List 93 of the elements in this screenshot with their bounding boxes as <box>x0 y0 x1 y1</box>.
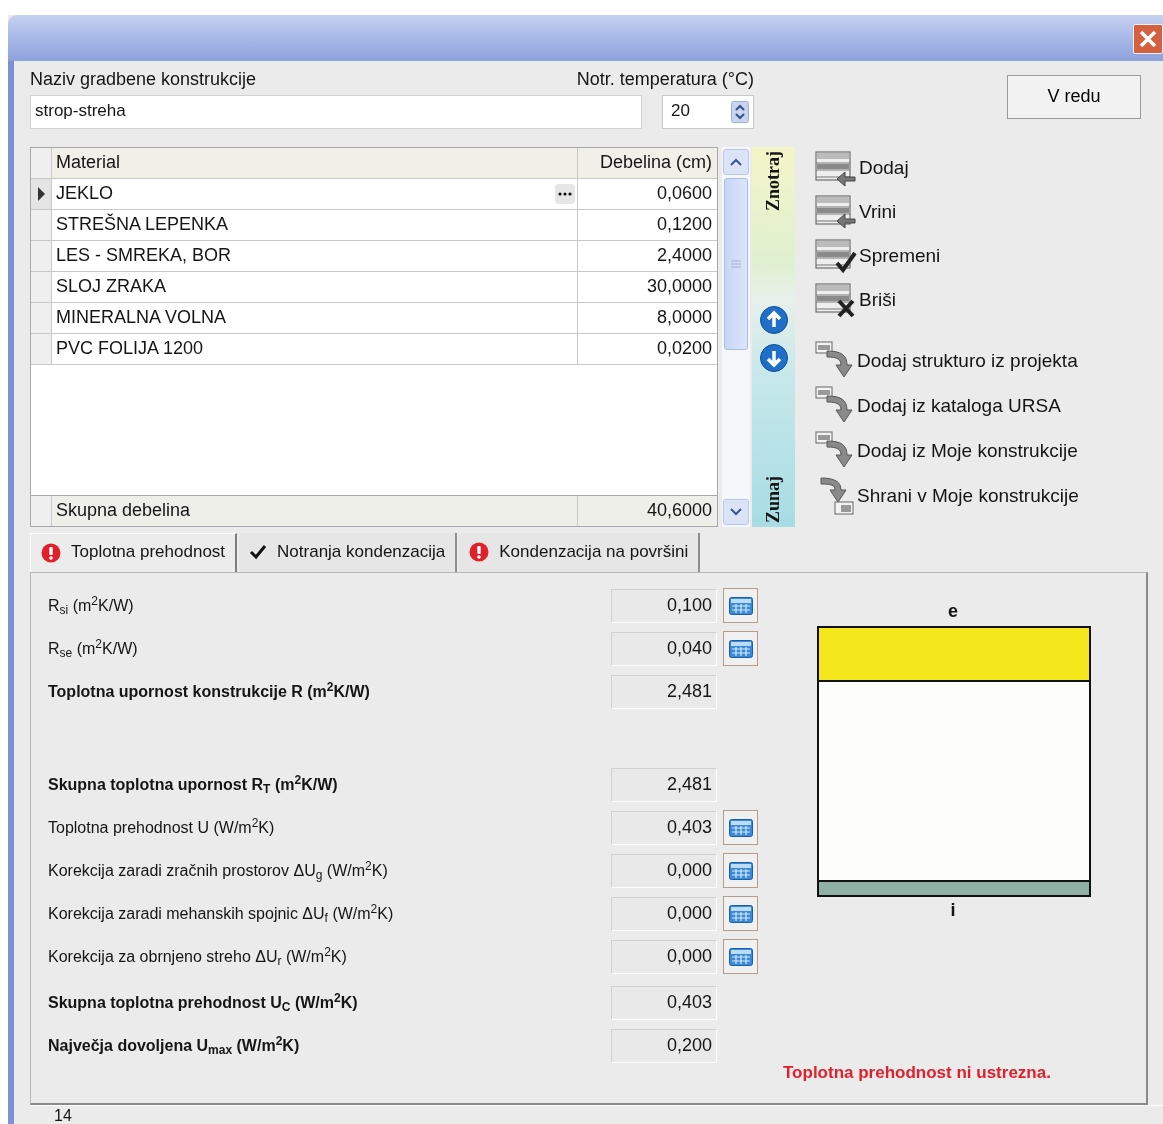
exclamation-icon <box>41 542 61 563</box>
value-field: 0,403 <box>611 985 717 1020</box>
name-input-field[interactable]: strop-streha <box>30 94 642 129</box>
chevron-down-icon <box>730 507 742 516</box>
list-check-icon <box>815 238 857 275</box>
calculate-button[interactable] <box>723 896 758 932</box>
result-label: Korekcija zaradi mehanskih spojnic ΔU$_{f}$ (W/m$^{2}$K) <box>48 904 395 924</box>
total-label: Skupna debelina <box>56 499 191 522</box>
action-button[interactable]: Spremeni <box>815 234 1079 279</box>
grid-icon <box>728 861 753 880</box>
table-cell: LES - SMREKA, BOR <box>56 244 232 267</box>
value-field: 2,481 <box>611 767 717 802</box>
table-cell: 30,0000 <box>646 275 712 298</box>
grid-icon <box>728 639 753 658</box>
table-cell: 0,0200 <box>656 337 712 360</box>
result-label: Skupna toplotna upornost R$_{T}$ (m$^{2}$K/W) <box>48 775 339 795</box>
value-field: 0,000 <box>611 939 717 974</box>
list-arrow-icon <box>815 194 857 231</box>
calculate-button[interactable] <box>723 853 758 889</box>
value-field: 2,481 <box>611 674 717 709</box>
action-button[interactable]: Dodaj <box>815 146 1079 191</box>
action-button[interactable]: Dodaj strukturo iz projekta <box>815 338 1079 384</box>
action-button[interactable]: Dodaj iz Moje konstrukcije <box>815 428 1079 474</box>
table-cell: 2,4000 <box>656 244 712 267</box>
tab[interactable]: Toplotna prehodnost <box>30 532 238 572</box>
table-cell: STREŠNA LEPENKA <box>56 213 229 236</box>
tab[interactable]: Kondenzacija na površini <box>459 532 701 572</box>
result-label: Toplotna upornost konstrukcije R (m$^{2}$K/W) <box>48 682 371 702</box>
column-header: Material <box>52 147 578 178</box>
move-up-button[interactable] <box>758 305 789 336</box>
check-icon <box>249 544 268 561</box>
table-cell: 0,0600 <box>656 182 712 205</box>
ok-button[interactable]: V redu <box>1007 75 1141 119</box>
chevron-up-icon <box>730 157 742 166</box>
grid-icon <box>728 818 753 837</box>
ellipsis-icon <box>558 191 572 196</box>
result-label: Skupna toplotna prehodnost U$_{C}$ (W/m$^{2}$K) <box>48 993 359 1013</box>
grid-icon <box>728 596 753 615</box>
calculate-button[interactable] <box>723 631 758 667</box>
column-header: Debelina (cm) <box>598 150 713 174</box>
value-field: 0,403 <box>611 810 717 845</box>
calculate-button[interactable] <box>723 810 758 846</box>
scroll-down-button[interactable] <box>723 498 749 525</box>
result-label: Največja dovoljena U$_{max}$ (W/m$^{2}$K) <box>48 1036 301 1056</box>
table-cell: JEKLO <box>56 182 114 205</box>
temperature-spinner[interactable]: 20 <box>662 94 754 129</box>
arrow-down-icon <box>758 343 789 374</box>
grid-icon <box>728 904 753 923</box>
result-label: R$_{si}$ (m$^{2}$K/W) <box>48 596 135 616</box>
value-field: 0,040 <box>611 631 717 666</box>
grid-icon <box>728 947 753 966</box>
result-label: Toplotna prehodnost U (W/m$^{2}$K) <box>48 818 276 838</box>
move-down-button[interactable] <box>758 343 789 374</box>
value-field: 0,200 <box>611 1028 717 1063</box>
action-button[interactable]: Vrini <box>815 190 1079 235</box>
close-button[interactable] <box>1133 24 1163 54</box>
status-text: 14 <box>30 1105 1163 1124</box>
table-cell: MINERALNA VOLNA <box>56 306 227 329</box>
side-label: Znotraj <box>762 150 784 211</box>
list-x-icon <box>815 282 857 319</box>
side-label: Zunaj <box>762 475 784 523</box>
tab[interactable]: Notranja kondenzacija <box>239 532 458 572</box>
scrollbar-thumb[interactable] <box>724 177 748 350</box>
exclamation-icon <box>469 542 490 563</box>
list-arrow-icon <box>815 150 857 187</box>
field-label: Notr. temperatura (°C) <box>576 69 754 91</box>
table-cell: 0,1200 <box>656 213 712 236</box>
result-label: Korekcija zaradi zračnih prostorov ΔU$_{g}$ (W/m$^{2}$K) <box>48 861 389 881</box>
action-button[interactable]: Dodaj iz kataloga URSA <box>815 383 1079 429</box>
spin-arrows-icon <box>731 100 749 123</box>
row-pointer-icon <box>36 185 46 202</box>
result-label: R$_{se}$ (m$^{2}$K/W) <box>48 639 139 659</box>
table-cell: SLOJ ZRAKA <box>56 275 167 298</box>
value-field: 0,000 <box>611 896 717 931</box>
interior-label: i <box>949 899 957 923</box>
exterior-label: e <box>947 599 959 623</box>
calculate-button[interactable] <box>723 588 758 624</box>
table-cell: 8,0000 <box>656 306 712 329</box>
scroll-up-button[interactable] <box>723 148 749 175</box>
value-field: 0,000 <box>611 853 717 888</box>
field-label: Naziv gradbene konstrukcije <box>30 69 257 91</box>
action-button[interactable]: Briši <box>815 278 1079 323</box>
total-value: 40,6000 <box>646 499 712 522</box>
close-icon <box>1138 29 1158 49</box>
arrow-up-icon <box>758 305 789 336</box>
value-field: 0,100 <box>611 588 717 623</box>
action-button[interactable]: Shrani v Moje konstrukcije <box>815 473 1079 519</box>
table-cell: PVC FOLIJA 1200 <box>56 337 204 360</box>
warning-message: Toplotna prehodnost ni ustrezna. <box>783 1062 1052 1083</box>
row-header[interactable] <box>31 178 52 209</box>
calculate-button[interactable] <box>723 939 758 975</box>
result-label: Korekcija za obrnjeno streho ΔU$_{r}$ (W/m$^{2}$K) <box>48 947 348 967</box>
ellipsis-button[interactable] <box>555 183 575 204</box>
